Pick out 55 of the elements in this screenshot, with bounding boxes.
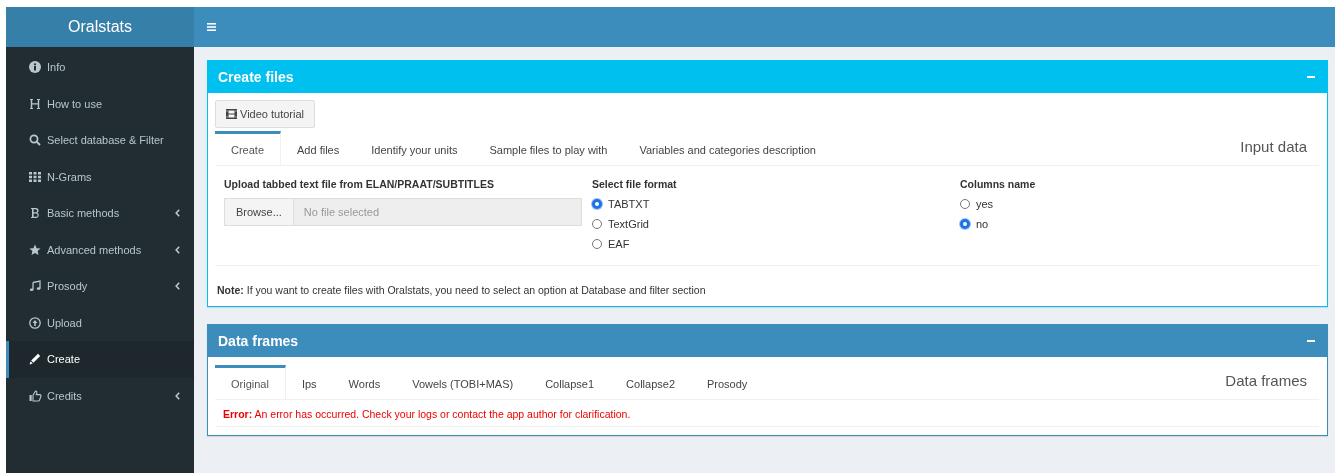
panel-title: Input data: [1240, 138, 1308, 157]
tab[interactable]: Collapse1: [529, 365, 611, 399]
search-icon: [29, 134, 41, 147]
radio-option[interactable]: no: [960, 214, 1036, 234]
music-icon: [29, 280, 41, 293]
tab[interactable]: Original: [215, 365, 286, 399]
sidebar-item[interactable]: Advanced methods: [6, 231, 194, 268]
tab[interactable]: Create: [215, 131, 282, 165]
sidebar-item[interactable]: Select database & Filter: [6, 122, 194, 159]
radio-button[interactable]: [960, 219, 970, 229]
sidebar-item[interactable]: Basic methods: [6, 195, 194, 232]
sidebar-item[interactable]: Upload: [6, 304, 194, 341]
sidebar-item[interactable]: N-Grams: [6, 158, 194, 195]
sidebar-item[interactable]: Info: [6, 49, 194, 86]
video-tutorial-button[interactable]: Video tutorial: [215, 100, 315, 128]
menu-icon[interactable]: [207, 23, 216, 31]
bold-icon: [29, 207, 41, 220]
thumb-icon: [29, 389, 42, 402]
error-message: Error: An error has occurred. Check your logs or contact the app author for clarification.: [215, 400, 1319, 427]
sidebar-item[interactable]: Create: [6, 341, 194, 378]
radio-button[interactable]: [592, 199, 602, 209]
note-text: Note: If you want to create files with Oralstats, you need to select an option at Database and filter section: [216, 283, 707, 296]
sidebar-item[interactable]: Prosody: [6, 268, 194, 305]
field-label: Select file format: [592, 178, 678, 190]
panel-title: Data frames: [1225, 372, 1308, 391]
tab[interactable]: Collapse2: [610, 365, 691, 399]
tab[interactable]: Words: [332, 365, 397, 399]
tab[interactable]: Identify your units: [355, 131, 474, 165]
grid-icon: [29, 170, 41, 183]
radio-button[interactable]: [592, 219, 602, 229]
film-icon: [226, 109, 237, 119]
field-label: Upload tabbed text file from ELAN/PRAAT/SUBTITLES: [224, 178, 495, 190]
info-icon: [29, 61, 41, 74]
upload-icon: [29, 316, 41, 329]
app-title: Oralstats: [68, 18, 132, 36]
tab[interactable]: Variables and categories description: [623, 131, 832, 165]
tab[interactable]: Prosody: [691, 365, 764, 399]
star-icon: [29, 243, 41, 256]
box-title: Create files: [218, 68, 294, 85]
sidebar-item[interactable]: Credits: [6, 377, 194, 414]
tab[interactable]: Add files: [281, 131, 356, 165]
heading-icon: [29, 97, 41, 110]
radio-option[interactable]: EAF: [592, 234, 960, 254]
radio-option[interactable]: TextGrid: [592, 214, 960, 234]
sidebar-item[interactable]: How to use: [6, 85, 194, 122]
radio-button[interactable]: [960, 199, 970, 209]
radio-option[interactable]: yes: [960, 194, 1036, 214]
pencil-icon: [29, 353, 41, 366]
box-title: Data frames: [218, 332, 299, 349]
radio-button[interactable]: [592, 239, 602, 249]
tab[interactable]: Vowels (TOBI+MAS): [396, 365, 530, 399]
tab[interactable]: Ips: [285, 365, 333, 399]
radio-option[interactable]: TABTXT: [592, 194, 960, 214]
field-label: Columns name: [960, 178, 1036, 190]
tab[interactable]: Sample files to play with: [473, 131, 624, 165]
